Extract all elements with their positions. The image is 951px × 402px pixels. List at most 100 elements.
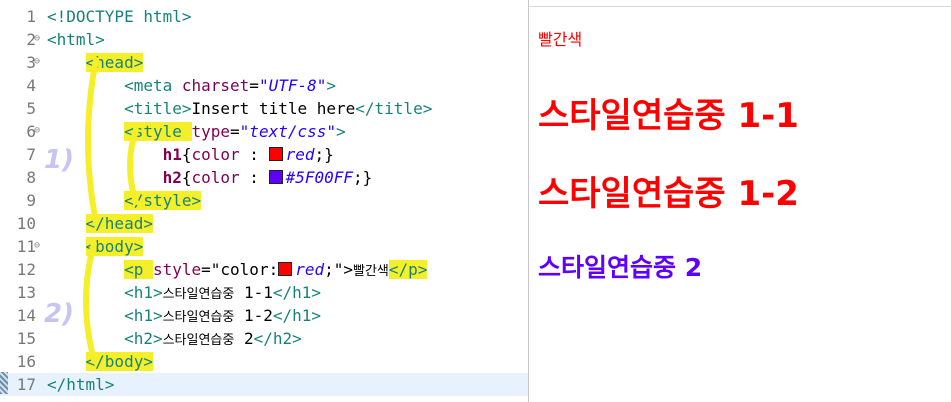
code-text[interactable]: <title>Insert title here</title> — [47, 97, 432, 120]
line-number: 12 — [16, 260, 36, 279]
code-token: : — [239, 168, 269, 187]
code-token: </h2> — [253, 329, 302, 348]
code-token: <head> — [85, 53, 144, 72]
code-line[interactable]: 11 ⊖ <body> — [0, 235, 528, 258]
line-number: 1 — [26, 7, 36, 26]
line-number: 16 — [16, 352, 36, 371]
line-number: 8 — [26, 168, 36, 187]
code-token: <html> — [47, 30, 105, 49]
code-line[interactable]: 13 <h1>스타일연습중 1-1</h1> — [0, 281, 528, 304]
code-text[interactable]: h1{color : red;} — [47, 143, 334, 166]
fold-toggle-icon[interactable]: ⊖ — [34, 234, 40, 257]
code-text[interactable]: <body> — [47, 235, 144, 258]
line-number: 10 — [16, 214, 36, 233]
code-token: #5F00FF — [285, 168, 354, 187]
code-text[interactable]: <style type="text/css"> — [47, 120, 346, 143]
line-number: 14 — [16, 306, 36, 325]
code-token: </h1> — [272, 306, 322, 325]
code-token: red — [285, 145, 315, 164]
code-token: ;} — [314, 145, 334, 164]
code-token: <h1> — [124, 306, 163, 325]
code-text[interactable]: </style> — [47, 189, 202, 212]
code-token: style — [152, 260, 202, 279]
code-token: </body> — [85, 352, 153, 371]
code-editor[interactable]: 1 <!DOCTYPE html> 2 ⊖ <html> 3 ⊖ <head> 4 <meta… — [0, 0, 528, 402]
code-line[interactable]: 14 <h1>스타일연습중 1-2</h1> — [0, 304, 528, 327]
code-text[interactable]: <h1>스타일연습중 1-2</h1> — [47, 304, 321, 329]
code-line[interactable]: 15 <h2>스타일연습중 2</h2> — [0, 327, 528, 350]
code-text[interactable]: </head> — [47, 212, 153, 235]
code-token: </style> — [124, 191, 202, 210]
code-token: > — [326, 76, 337, 95]
code-line[interactable]: 10 </head> — [0, 212, 528, 235]
color-swatch-icon — [278, 262, 293, 276]
preview-paragraph: 빨간색 — [538, 30, 583, 49]
code-token: 2 — [234, 329, 254, 348]
fold-toggle-icon[interactable]: ⊖ — [34, 50, 40, 73]
fold-toggle-icon[interactable]: ⊖ — [34, 119, 40, 142]
code-text[interactable]: <!DOCTYPE html> — [47, 5, 192, 28]
code-token: { — [181, 168, 192, 187]
line-number: 15 — [16, 329, 36, 348]
code-line[interactable]: 16 </body> — [0, 350, 528, 373]
code-token: color — [191, 145, 240, 164]
code-line[interactable]: 7 h1{color : red;} — [0, 143, 528, 166]
preview-heading-2: 스타일연습중 2 — [538, 253, 703, 282]
color-swatch-icon — [268, 170, 283, 184]
code-token: red — [295, 260, 325, 279]
code-line[interactable]: 2 ⊖ <html> — [0, 28, 528, 51]
code-token: <h1> — [124, 283, 163, 302]
code-text[interactable]: <meta charset="UTF-8"> — [47, 74, 336, 97]
line-number: 2 — [26, 30, 36, 49]
code-text[interactable]: <html> — [47, 28, 105, 51]
code-line[interactable]: 17 </html> — [0, 373, 528, 396]
code-token: 빨간색 — [353, 264, 389, 279]
code-text[interactable]: </html> — [47, 373, 114, 396]
current-line-marker — [0, 372, 8, 394]
code-text[interactable]: </body> — [47, 350, 153, 373]
code-token: h2 — [162, 168, 182, 187]
code-text[interactable]: <h2>스타일연습중 2</h2> — [47, 327, 302, 352]
line-number: 3 — [26, 53, 36, 72]
code-token: 스타일연습중 — [162, 333, 235, 348]
code-token: <style — [124, 122, 192, 141]
preview-heading-1-first: 스타일연습중 1-1 — [538, 96, 799, 136]
preview-heading-1-second: 스타일연습중 1-2 — [538, 174, 799, 214]
code-line[interactable]: 5 <title>Insert title here</title> — [0, 97, 528, 120]
code-token: </title> — [355, 99, 433, 118]
code-token: = — [249, 76, 259, 95]
code-line[interactable]: 3 ⊖ <head> — [0, 51, 528, 74]
code-token: <title> — [124, 99, 192, 118]
code-token: </h1> — [272, 283, 322, 302]
code-line[interactable]: 4 <meta charset="UTF-8"> — [0, 74, 528, 97]
code-line[interactable]: 12 <p style="color: red;">빨간색</p> — [0, 258, 528, 281]
browser-preview: 빨간색 스타일연습중 1-1 스타일연습중 1-2 스타일연습중 2 — [529, 0, 951, 402]
code-text[interactable]: <p style="color: red;">빨간색</p> — [47, 258, 428, 283]
code-token: 1-2 — [234, 306, 273, 325]
color-swatch-icon — [268, 147, 283, 161]
code-token: h1 — [162, 145, 182, 164]
code-token: 스타일연습중 — [162, 287, 235, 302]
code-token: ;} — [353, 168, 373, 187]
code-line[interactable]: 8 h2{color : #5F00FF;} — [0, 166, 528, 189]
code-text[interactable]: <head> — [47, 51, 144, 74]
code-token: > — [336, 122, 346, 141]
code-text[interactable]: h2{color : #5F00FF;} — [47, 166, 373, 189]
code-token: ;"> — [324, 260, 354, 279]
code-line[interactable]: 1 <!DOCTYPE html> — [0, 5, 528, 28]
code-text[interactable]: <h1>스타일연습중 1-1</h1> — [47, 281, 321, 306]
code-line[interactable]: 6 ⊖ <style type="text/css"> — [0, 120, 528, 143]
code-line[interactable]: 9 </style> — [0, 189, 528, 212]
fold-toggle-icon[interactable]: ⊖ — [34, 27, 40, 50]
